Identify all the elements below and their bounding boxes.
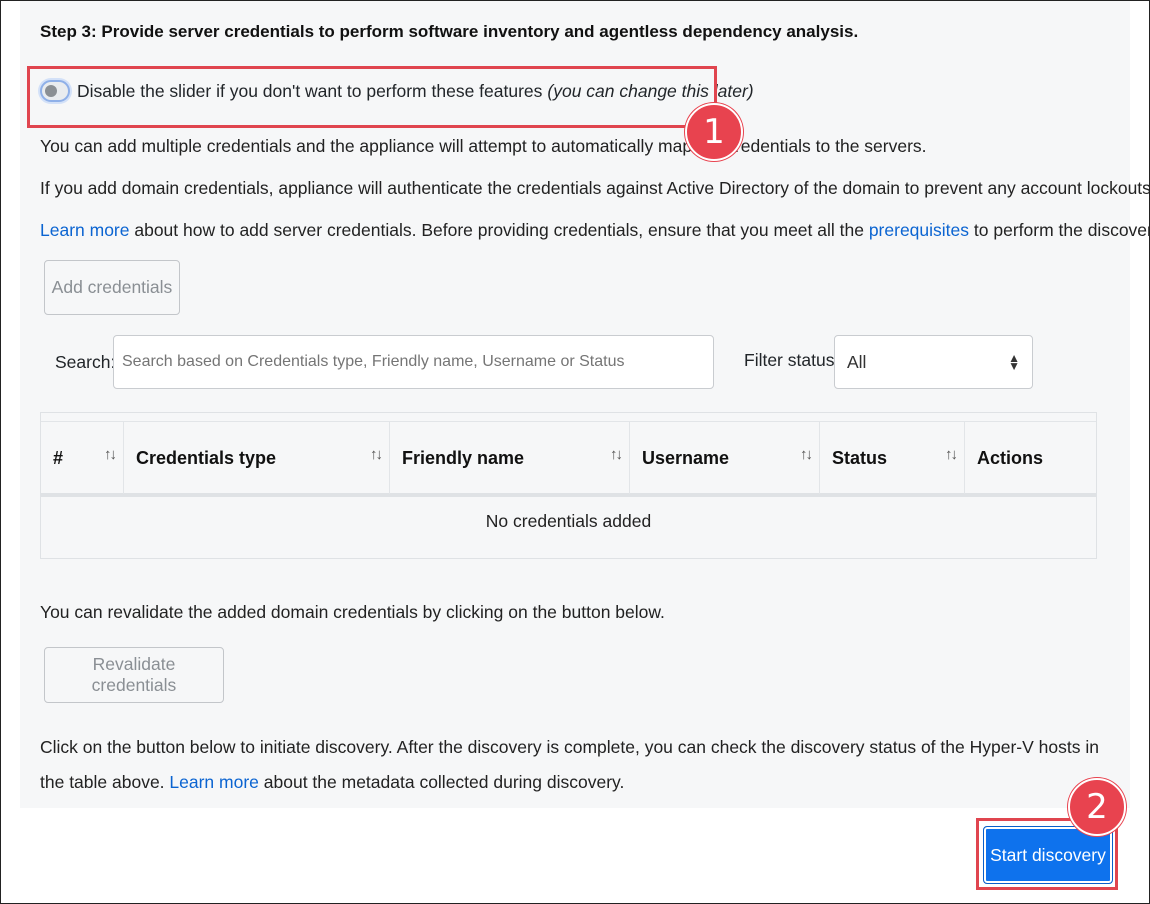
- column-header-credentials-type[interactable]: Credentials type ↑↓: [124, 422, 390, 494]
- sort-icon: ↑↓: [945, 446, 958, 463]
- sort-icon: ↑↓: [104, 446, 117, 463]
- filter-status-select[interactable]: All ▲ ▼: [834, 335, 1033, 389]
- revalidate-credentials-button[interactable]: Revalidate credentials: [44, 647, 224, 703]
- filter-status-label: Filter status: [744, 350, 835, 370]
- credentials-table: # ↑↓ Credentials type ↑↓ Friendly name ↑↓ U…: [40, 412, 1097, 559]
- column-header-status[interactable]: Status ↑↓: [820, 422, 965, 494]
- learn-more-info: Learn more about how to add server crede…: [40, 220, 1150, 241]
- table-empty-message: No credentials added: [485, 511, 652, 531]
- step-title: Step 3: Provide server credentials to pe…: [40, 22, 859, 41]
- revalidate-info: You can revalidate the added domain cred…: [40, 602, 665, 622]
- sort-icon: ↑↓: [610, 446, 623, 463]
- select-caret-icon: ▲ ▼: [1008, 351, 1020, 373]
- sort-icon: ↑↓: [800, 446, 813, 463]
- column-header-number[interactable]: # ↑↓: [41, 422, 124, 494]
- table-header: # ↑↓ Credentials type ↑↓ Friendly name ↑↓ U…: [41, 421, 1096, 497]
- callout-highlight-toggle: [27, 66, 717, 128]
- prerequisites-link[interactable]: prerequisites: [869, 220, 969, 240]
- metadata-learn-more-link[interactable]: Learn more: [169, 772, 259, 792]
- sort-icon: ↑↓: [370, 446, 383, 463]
- add-credentials-button[interactable]: Add credentials: [44, 260, 180, 315]
- domain-credentials-info: If you add domain credentials, appliance…: [40, 178, 1150, 198]
- search-input[interactable]: [113, 335, 714, 389]
- multiple-credentials-info: You can add multiple credentials and the…: [40, 136, 927, 156]
- start-discovery-info: Click on the button below to initiate di…: [40, 737, 1099, 792]
- filter-selected-value: All: [847, 351, 867, 372]
- callout-badge-2: 2: [1068, 778, 1126, 836]
- learn-more-text: about how to add server credentials. Bef…: [129, 220, 869, 240]
- column-header-actions: Actions: [977, 447, 1044, 468]
- column-header-username[interactable]: Username ↑↓: [630, 422, 820, 494]
- callout-badge-1: 1: [685, 103, 743, 161]
- search-label: Search:: [55, 352, 116, 372]
- prerequisites-text: to perform the discovery.: [969, 220, 1150, 240]
- learn-more-link[interactable]: Learn more: [40, 220, 130, 240]
- column-header-friendly-name[interactable]: Friendly name ↑↓: [390, 422, 630, 494]
